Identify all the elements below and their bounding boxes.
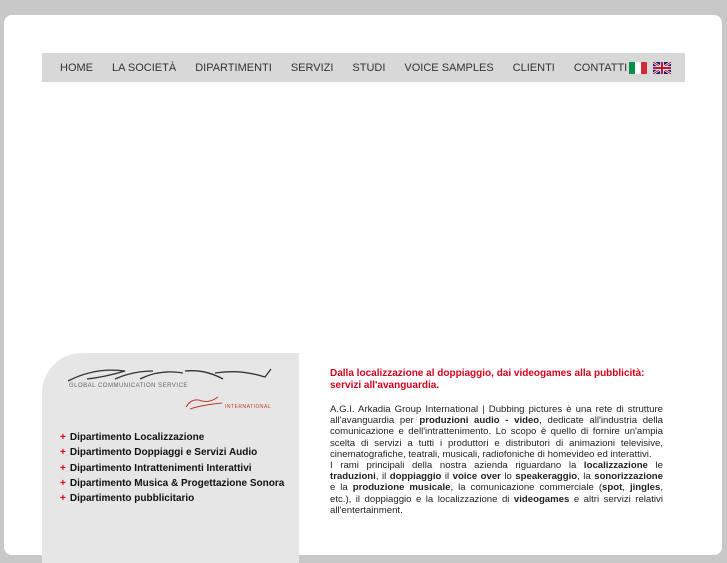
uk-flag-icon[interactable]: [653, 61, 671, 74]
plus-icon: +: [60, 462, 66, 474]
list-item[interactable]: + Dipartimento Intrattenimenti Interattiv…: [60, 461, 284, 476]
page-headline: Dalla localizzazione al doppiaggio, dai …: [330, 368, 645, 391]
nav-contatti[interactable]: CONTATTI: [574, 62, 627, 74]
nav-voice-samples[interactable]: VOICE SAMPLES: [404, 62, 493, 74]
plus-icon: +: [60, 477, 66, 489]
nav-studi[interactable]: STUDI: [352, 62, 385, 74]
department-list: + Dipartimento Localizzazione + Dipartimen…: [60, 430, 284, 506]
nav-home[interactable]: HOME: [60, 62, 93, 74]
nav-clienti[interactable]: CLIENTI: [513, 62, 555, 74]
main-content: Dalla localizzazione al doppiaggio, dai …: [330, 368, 663, 516]
plus-icon: +: [60, 493, 66, 505]
nav-dipartimenti[interactable]: DIPARTIMENTI: [195, 62, 272, 74]
page-container: HOME LA SOCIETÀ DIPARTIMENTI SERVIZI STU…: [4, 15, 722, 563]
list-item[interactable]: + Dipartimento Localizzazione: [60, 430, 284, 445]
italy-flag-icon[interactable]: [629, 61, 647, 74]
list-item[interactable]: + Dipartimento pubblicitario: [60, 491, 284, 506]
language-selector: [629, 61, 671, 74]
main-nav: HOME LA SOCIETÀ DIPARTIMENTI SERVIZI STU…: [42, 53, 685, 82]
plus-icon: +: [60, 447, 66, 459]
group-international-logo: [185, 396, 223, 410]
group-logo-text: INTERNATIONAL: [225, 404, 272, 410]
sidebar-panel: GLOBAL COMMUNICATION SERVICE INTERNATION…: [42, 353, 299, 563]
list-item[interactable]: + Dipartimento Doppiaggi e Servizi Audio: [60, 445, 284, 460]
list-item[interactable]: + Dipartimento Musica & Progettazione Son…: [60, 476, 284, 491]
arkadia-logo: [67, 368, 272, 382]
nav-servizi[interactable]: SERVIZI: [291, 62, 334, 74]
logo-tagline: GLOBAL COMMUNICATION SERVICE: [69, 383, 188, 389]
nav-la-societa[interactable]: LA SOCIETÀ: [112, 62, 176, 74]
plus-icon: +: [60, 432, 66, 443]
intro-paragraph: A.G.I. Arkadia Group International | Dub…: [330, 404, 663, 516]
